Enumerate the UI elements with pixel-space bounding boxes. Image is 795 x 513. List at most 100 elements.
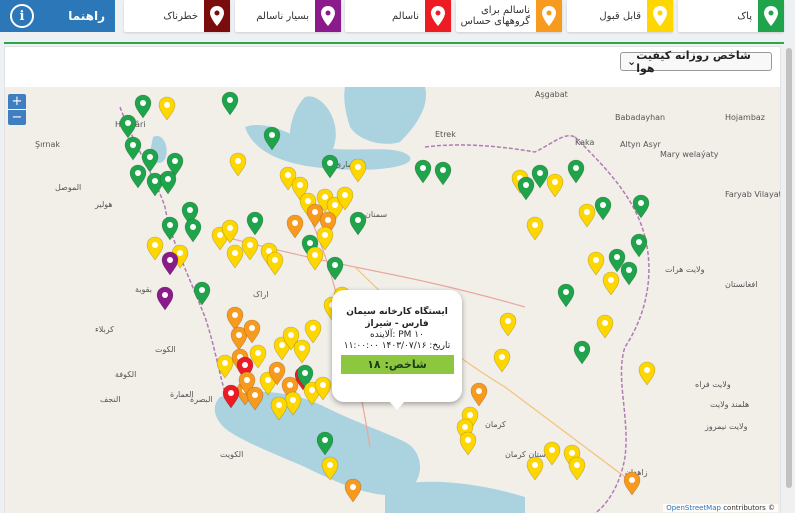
map-panel: ⌄ شاخص روزانه کیفیت هوا AşgabatŞırnakHak… bbox=[4, 46, 781, 513]
station-marker[interactable] bbox=[161, 216, 179, 241]
station-marker[interactable] bbox=[344, 478, 362, 503]
popup-index-badge: شاخص: ۱۸ bbox=[340, 355, 454, 374]
station-marker[interactable] bbox=[241, 236, 259, 261]
station-marker[interactable] bbox=[630, 233, 648, 258]
station-marker[interactable] bbox=[623, 471, 641, 496]
legend-label: قابل قبول bbox=[599, 10, 641, 22]
header-divider bbox=[4, 42, 784, 44]
popup-tip bbox=[389, 401, 405, 410]
attribution-text: contributors © bbox=[723, 504, 775, 512]
station-popup: ایستگاه کارخانه سیمان فارس - شیراز آلاین… bbox=[332, 290, 462, 410]
station-marker[interactable] bbox=[526, 456, 544, 481]
station-marker[interactable] bbox=[573, 340, 591, 365]
page-scrollbar[interactable] bbox=[783, 46, 795, 512]
map-pin-icon bbox=[758, 0, 784, 32]
station-marker[interactable] bbox=[229, 152, 247, 177]
station-marker[interactable] bbox=[543, 441, 561, 466]
station-marker[interactable] bbox=[184, 218, 202, 243]
station-marker[interactable] bbox=[226, 306, 244, 331]
place-label: بقوبة bbox=[135, 285, 152, 294]
help-button[interactable]: i راهنما bbox=[0, 0, 115, 32]
place-label: Altyn Asyr bbox=[620, 140, 662, 149]
legend-item: بسیار ناسالم bbox=[235, 0, 341, 32]
station-marker[interactable] bbox=[434, 161, 452, 186]
place-label: الکویت bbox=[220, 450, 243, 459]
station-marker[interactable] bbox=[602, 271, 620, 296]
station-marker[interactable] bbox=[499, 312, 517, 337]
scrollbar-thumb[interactable] bbox=[786, 48, 792, 488]
station-marker[interactable] bbox=[557, 283, 575, 308]
station-marker[interactable] bbox=[193, 281, 211, 306]
osm-link[interactable]: OpenStreetMap bbox=[666, 504, 721, 512]
legend-label: ناسالم bbox=[392, 10, 419, 22]
station-marker[interactable] bbox=[161, 251, 179, 276]
station-marker[interactable] bbox=[159, 170, 177, 195]
station-marker[interactable] bbox=[158, 96, 176, 121]
station-marker[interactable] bbox=[124, 136, 142, 161]
station-marker[interactable] bbox=[221, 91, 239, 116]
station-marker[interactable] bbox=[632, 194, 650, 219]
station-marker[interactable] bbox=[156, 286, 174, 311]
station-marker[interactable] bbox=[620, 261, 638, 286]
legend-item: پاک bbox=[678, 0, 784, 32]
place-label: استان کرمان bbox=[505, 450, 548, 459]
place-label: هلمند ولایت bbox=[710, 400, 749, 409]
station-marker[interactable] bbox=[243, 319, 261, 344]
legend-label: پاک bbox=[737, 10, 752, 22]
station-marker[interactable] bbox=[526, 216, 544, 241]
station-marker[interactable] bbox=[316, 226, 334, 251]
station-marker[interactable] bbox=[587, 251, 605, 276]
place-label: النجف bbox=[100, 395, 121, 404]
place-label: کربلاء bbox=[95, 325, 114, 334]
station-marker[interactable] bbox=[546, 173, 564, 198]
place-label: سمنان bbox=[365, 210, 387, 219]
station-marker[interactable] bbox=[119, 114, 137, 139]
place-label: Aşgabat bbox=[535, 90, 568, 99]
popup-date: تاریخ: ۱۴۰۳/۰۷/۱۶ ۱۱:۰۰:۰۰ bbox=[343, 341, 451, 351]
station-marker[interactable] bbox=[578, 203, 596, 228]
station-marker[interactable] bbox=[568, 456, 586, 481]
legend-item: ناسالم bbox=[345, 0, 451, 32]
place-label: Etrek bbox=[435, 130, 456, 139]
station-marker[interactable] bbox=[517, 176, 535, 201]
station-marker[interactable] bbox=[216, 354, 234, 379]
station-marker[interactable] bbox=[306, 246, 324, 271]
station-marker[interactable] bbox=[146, 236, 164, 261]
station-marker[interactable] bbox=[493, 348, 511, 373]
station-marker[interactable] bbox=[638, 361, 656, 386]
help-label: راهنما bbox=[68, 9, 105, 23]
place-label: البصرة bbox=[190, 395, 213, 404]
station-marker[interactable] bbox=[326, 256, 344, 281]
station-marker[interactable] bbox=[567, 159, 585, 184]
map-pin-icon bbox=[536, 0, 562, 32]
station-marker[interactable] bbox=[531, 164, 549, 189]
station-marker[interactable] bbox=[470, 382, 488, 407]
zoom-out-button[interactable]: − bbox=[8, 110, 26, 125]
station-marker[interactable] bbox=[349, 158, 367, 183]
station-marker[interactable] bbox=[129, 164, 147, 189]
zoom-in-button[interactable]: + bbox=[8, 94, 26, 110]
station-marker[interactable] bbox=[414, 159, 432, 184]
place-label: ولایت هرات bbox=[665, 265, 705, 274]
station-marker[interactable] bbox=[304, 319, 322, 344]
place-label: کرمان bbox=[485, 420, 506, 429]
aqi-legend: i راهنما پاک قابل قبول ناسالم برای گروههای… bbox=[0, 0, 795, 36]
station-marker[interactable] bbox=[594, 196, 612, 221]
place-label: Mary welaýaty bbox=[660, 150, 719, 159]
station-marker[interactable] bbox=[293, 339, 311, 364]
station-marker[interactable] bbox=[459, 431, 477, 456]
station-marker[interactable] bbox=[286, 214, 304, 239]
station-marker[interactable] bbox=[226, 244, 244, 269]
caspian-east bbox=[344, 87, 426, 144]
index-type-select[interactable]: ⌄ شاخص روزانه کیفیت هوا bbox=[620, 49, 772, 75]
map-pin-icon bbox=[425, 0, 451, 32]
popup-station-name: ایستگاه کارخانه سیمان bbox=[346, 307, 448, 317]
air-quality-map[interactable]: AşgabatŞırnakHakkâriBabadayhanHojambazKa… bbox=[5, 87, 780, 513]
station-marker[interactable] bbox=[349, 211, 367, 236]
station-marker[interactable] bbox=[596, 314, 614, 339]
station-marker[interactable] bbox=[266, 251, 284, 276]
station-marker[interactable] bbox=[246, 211, 264, 236]
place-label: Şırnak bbox=[35, 140, 60, 149]
station-marker[interactable] bbox=[134, 94, 152, 119]
station-marker[interactable] bbox=[321, 154, 339, 179]
